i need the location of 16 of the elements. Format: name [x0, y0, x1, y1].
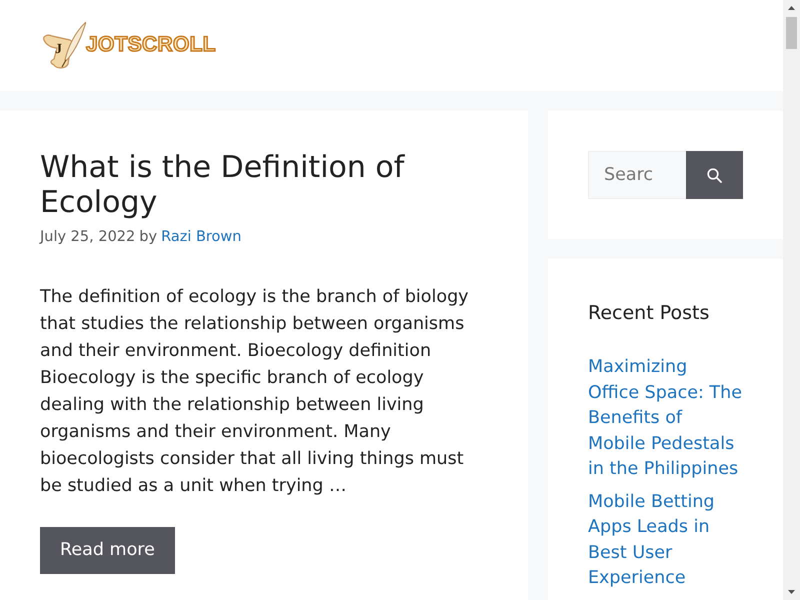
recent-post-link[interactable]: Maximizing Office Space: The Benefits of Mobile Pedestals in the Philippines: [588, 355, 743, 482]
post-title[interactable]: What is the Definition of Ecology: [40, 150, 488, 220]
byline-text: by: [139, 228, 158, 247]
scroll-quill-icon: [42, 22, 86, 70]
post-date: July 25, 2022: [40, 228, 136, 247]
search-icon: [707, 168, 722, 182]
recent-post-link[interactable]: Mobile Betting Apps Leads in Best User Experience: [588, 490, 743, 592]
search-button[interactable]: [686, 151, 743, 199]
widget-heading: Recent Posts: [588, 301, 710, 325]
search-field[interactable]: Searc: [588, 151, 686, 199]
read-more-button[interactable]: Read more: [40, 527, 175, 574]
scrollbar-thumb[interactable]: [786, 17, 797, 49]
author-link[interactable]: Razi Brown: [161, 227, 242, 247]
post-excerpt: The definition of ecology is the branch of biology that studies the relationship between organisms and their environment. Bioecology definition Bioecology is the specific branch of ecology dealing with the relationship between living organisms and their environment. Many bioecologists consider that all living things must be studied as a unit when trying …: [40, 286, 470, 498]
scrollbar[interactable]: [783, 0, 800, 600]
logo-monogram: J: [55, 42, 62, 56]
